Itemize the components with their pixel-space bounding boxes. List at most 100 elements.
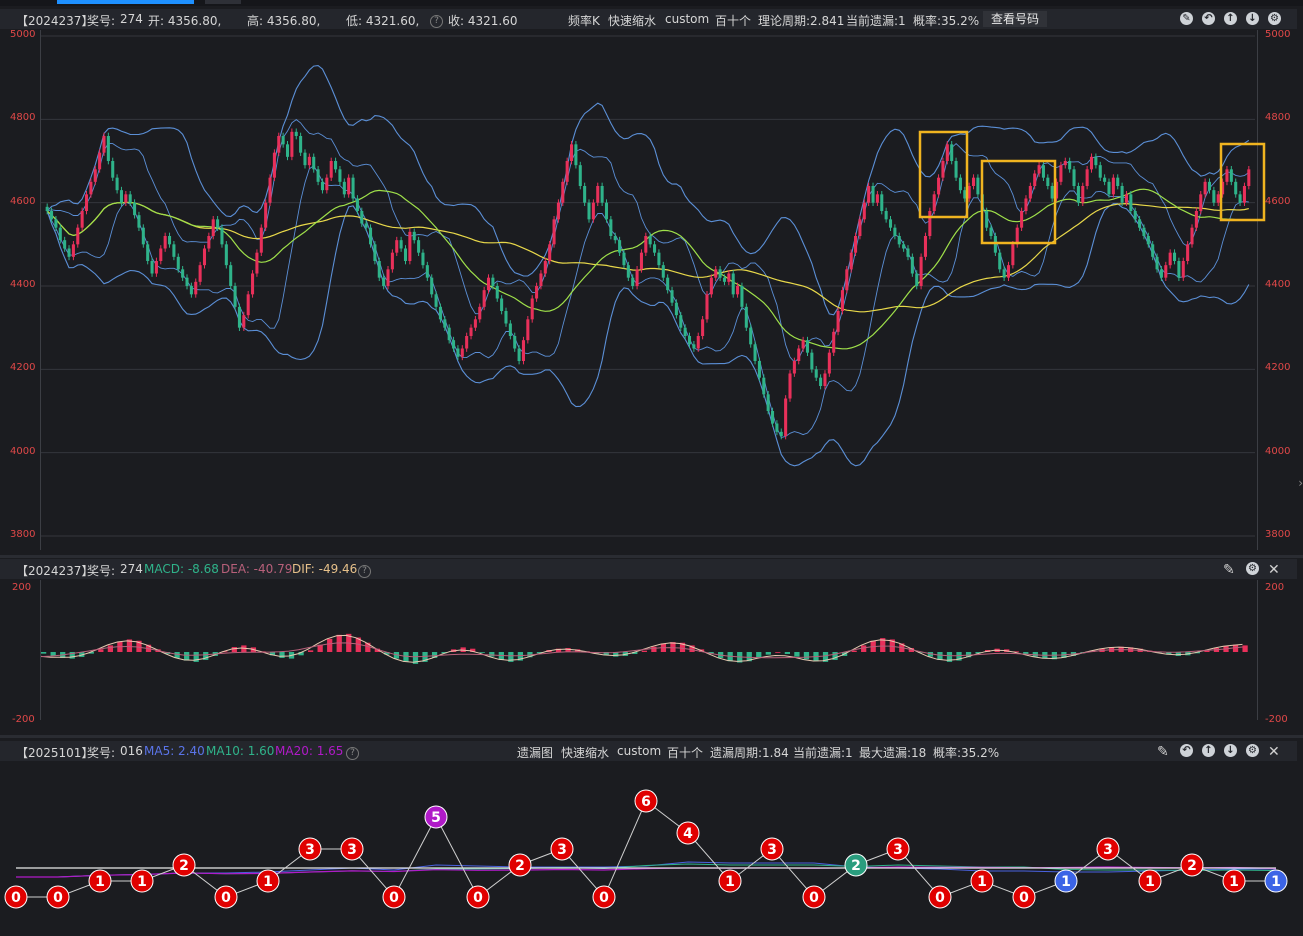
candle-body bbox=[565, 161, 569, 182]
miss-chart-title: 遗漏图 bbox=[517, 746, 554, 760]
candle-body bbox=[653, 244, 657, 253]
undo-icon[interactable]: ↶ bbox=[1180, 744, 1193, 757]
bubble-label: 0 bbox=[809, 890, 819, 906]
panel-separator[interactable] bbox=[0, 555, 1303, 558]
candle-body bbox=[1216, 194, 1220, 203]
candle-body bbox=[578, 165, 582, 186]
candle-body bbox=[1138, 219, 1142, 228]
candle-body bbox=[928, 211, 932, 236]
candle-body bbox=[338, 169, 342, 182]
candle-body bbox=[299, 136, 303, 153]
candle-body bbox=[246, 294, 250, 316]
candle-body bbox=[718, 269, 722, 278]
candle-body bbox=[421, 252, 425, 266]
miss-mode-label[interactable]: 快速缩水 bbox=[561, 744, 609, 761]
candle-body bbox=[762, 377, 766, 395]
candle-body bbox=[609, 219, 613, 236]
arrow-down-icon[interactable]: ↓ bbox=[1224, 744, 1237, 757]
y-tick-label: 200 bbox=[12, 582, 31, 593]
candle-body bbox=[285, 144, 290, 157]
candle-body bbox=[417, 240, 421, 253]
miss-bubble: 2 bbox=[508, 853, 532, 877]
miss-custom-label[interactable]: custom bbox=[617, 744, 661, 758]
candle-body bbox=[1129, 194, 1133, 211]
candle-body bbox=[473, 319, 477, 328]
candle-body bbox=[766, 394, 770, 411]
candle-body bbox=[570, 144, 574, 161]
candle-body bbox=[1194, 211, 1198, 228]
panel-separator[interactable] bbox=[0, 735, 1303, 738]
candle-body bbox=[893, 227, 897, 236]
miss-chart[interactable]: 0 0 1 1 2 0 1 3 3 0 5 0 2 3 0 6 4 1 3 0 2 3 0 1 0 1 3 1 2 1 1 bbox=[0, 762, 1303, 936]
miss-period-value: 遗漏周期:1.84 bbox=[710, 746, 789, 760]
pin-icon[interactable]: ✎ bbox=[1223, 562, 1235, 578]
candle-body bbox=[63, 240, 67, 249]
macd-bar bbox=[937, 652, 943, 660]
bubble-label: 0 bbox=[221, 890, 231, 906]
candle-body bbox=[133, 202, 137, 216]
bubble-label: 2 bbox=[1187, 858, 1197, 874]
y-tick-label: -200 bbox=[12, 714, 35, 725]
bubble-label: 1 bbox=[1145, 874, 1155, 890]
candle-body bbox=[1094, 156, 1098, 166]
candle-body bbox=[950, 144, 954, 161]
bubble-label: 0 bbox=[53, 890, 63, 906]
candle-body bbox=[89, 181, 93, 195]
close-icon[interactable]: ✕ bbox=[1268, 744, 1280, 760]
candle-body bbox=[727, 273, 731, 282]
miss-bubble: 1 bbox=[1138, 869, 1162, 893]
ma20-value: MA20: 1.65 bbox=[275, 744, 344, 758]
bubble-label: 1 bbox=[1271, 874, 1281, 890]
candlestick-chart[interactable] bbox=[0, 0, 1303, 560]
candle-body bbox=[827, 352, 831, 374]
miss-bubble: 0 bbox=[592, 885, 616, 909]
candle-body bbox=[425, 265, 429, 278]
candle-body bbox=[932, 194, 936, 211]
candle-body bbox=[198, 265, 202, 282]
miss-current: 当前遗漏:1 bbox=[793, 746, 853, 760]
candle-body bbox=[749, 327, 753, 345]
settings-icon[interactable]: ⚙ bbox=[1246, 562, 1259, 575]
candle-body bbox=[1072, 169, 1076, 186]
candle-body bbox=[919, 256, 923, 286]
settings-icon[interactable]: ⚙ bbox=[1246, 744, 1259, 757]
candle-body bbox=[548, 244, 552, 261]
bubble-label: 3 bbox=[347, 842, 357, 858]
dif-value: DIF: -49.46 bbox=[292, 562, 358, 576]
pin-icon[interactable]: ✎ bbox=[1157, 744, 1169, 760]
candle-body bbox=[163, 236, 167, 249]
candle-body bbox=[1028, 186, 1032, 199]
arrow-up-icon[interactable]: ↑ bbox=[1202, 744, 1215, 757]
candle-body bbox=[941, 161, 945, 178]
expand-arrow-icon[interactable]: › bbox=[1298, 476, 1303, 490]
candle-body bbox=[1050, 186, 1054, 199]
candle-body bbox=[884, 211, 888, 220]
y-tick-label: -200 bbox=[1265, 714, 1288, 725]
bubble-label: 1 bbox=[977, 874, 987, 890]
boll-lower-line bbox=[46, 203, 1250, 467]
close-icon[interactable]: ✕ bbox=[1268, 562, 1280, 578]
miss-digit-label[interactable]: 百十个 bbox=[667, 744, 703, 761]
candle-body bbox=[862, 202, 866, 220]
candle-body bbox=[45, 206, 49, 211]
y-tick-label: 200 bbox=[1265, 582, 1284, 593]
candle-body bbox=[648, 236, 652, 245]
macd-bar bbox=[184, 652, 190, 661]
bubble-label: 1 bbox=[137, 874, 147, 890]
candle-body bbox=[1173, 252, 1177, 261]
candle-body bbox=[535, 286, 539, 299]
candle-body bbox=[613, 236, 617, 241]
miss-bubble: 0 bbox=[382, 885, 406, 909]
boll-inner-upper-line bbox=[47, 119, 1250, 363]
macd-award: 274 bbox=[120, 562, 143, 576]
candle-body bbox=[993, 236, 997, 253]
macd-value: MACD: -8.68 bbox=[144, 562, 219, 576]
candle-body bbox=[657, 252, 661, 266]
candle-body bbox=[622, 252, 626, 266]
miss-bubble: 1 bbox=[256, 869, 280, 893]
candle-body bbox=[390, 252, 394, 270]
candle-body bbox=[587, 202, 591, 220]
candle-body bbox=[779, 431, 783, 436]
bubble-label: 0 bbox=[1019, 890, 1029, 906]
macd-chart[interactable]: 200 200 -200 -200 bbox=[0, 578, 1303, 726]
